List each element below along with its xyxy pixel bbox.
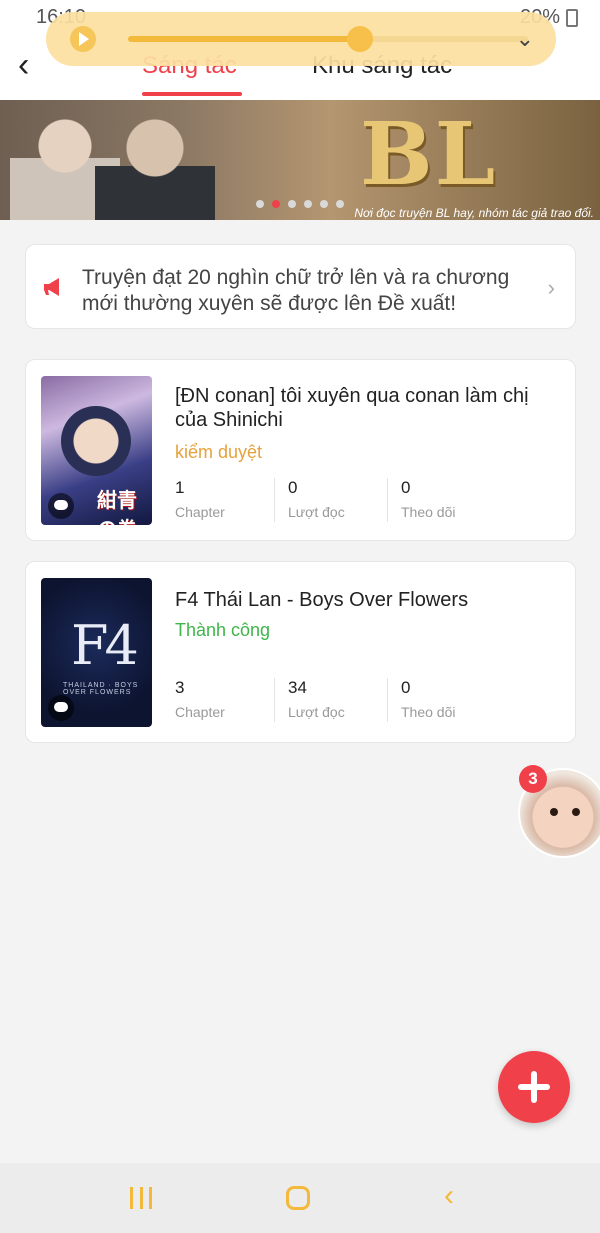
story-cover[interactable]: F4 THAILAND · BOYS OVER FLOWERS (41, 578, 152, 727)
recommendation-notice[interactable]: Truyện đạt 20 nghìn chữ trở lên và ra ch… (25, 244, 576, 329)
stat-reads: 34 Lượt đọc (274, 678, 345, 722)
back-icon[interactable]: ‹ (444, 1181, 454, 1211)
banner-caption: Nơi đọc truyện BL hay, nhóm tác giả trao… (354, 206, 594, 220)
play-icon[interactable] (70, 26, 96, 52)
notification-badge: 3 (519, 765, 547, 793)
tab-active-indicator (142, 92, 242, 96)
stat-value: 1 (175, 478, 185, 497)
stat-label: Chapter (175, 504, 225, 520)
back-arrow-icon[interactable]: ‹ (18, 48, 29, 82)
promo-banner[interactable]: BL Nơi đọc truyện BL hay, nhóm tác giả t… (0, 100, 600, 220)
avatar-eye (550, 808, 558, 816)
stat-reads: 0 Lượt đọc (274, 478, 345, 522)
avatar-eye (572, 808, 580, 816)
story-stats: 3 Chapter 34 Lượt đọc 0 Theo dõi (175, 678, 555, 722)
stat-follows: 0 Theo dõi (387, 678, 455, 722)
stat-value: 0 (401, 678, 411, 697)
cover-title: F4 (71, 614, 139, 677)
stat-label: Theo dõi (401, 504, 456, 520)
stat-label: Theo dõi (401, 704, 456, 720)
system-nav-bar: ‹ (0, 1163, 600, 1233)
chevron-right-icon[interactable]: › (548, 275, 555, 301)
story-stats: 1 Chapter 0 Lượt đọc 0 Theo dõi (175, 478, 555, 522)
banner-logo: BL (360, 104, 498, 205)
pagination-dot[interactable] (272, 200, 280, 208)
pagination-dot[interactable] (320, 200, 328, 208)
story-status: kiểm duyệt (175, 442, 263, 462)
story-status: Thành công (175, 620, 271, 640)
cover-logo: 紺青の拳 (97, 490, 137, 525)
stat-label: Chapter (175, 704, 225, 720)
stat-value: 3 (175, 678, 185, 697)
media-player-overlay[interactable]: ⌄ (46, 12, 556, 66)
chevron-down-icon[interactable]: ⌄ (516, 26, 534, 52)
pagination-dot[interactable] (288, 200, 296, 208)
banner-illustration-right (95, 112, 215, 220)
stat-label: Lượt đọc (288, 504, 345, 520)
stat-chapters: 1 Chapter (175, 478, 225, 522)
story-title[interactable]: F4 Thái Lan - Boys Over Flowers (175, 588, 555, 612)
add-story-button[interactable] (498, 1051, 570, 1123)
stat-value: 0 (401, 478, 411, 497)
stat-chapters: 3 Chapter (175, 678, 225, 722)
story-card[interactable]: F4 THAILAND · BOYS OVER FLOWERS F4 Thái … (25, 561, 576, 743)
stat-value: 34 (288, 678, 307, 697)
story-card[interactable]: 紺青の拳 [ĐN conan] tôi xuyên qua conan làm … (25, 359, 576, 541)
stat-label: Lượt đọc (288, 704, 345, 720)
stat-follows: 0 Theo dõi (387, 478, 455, 522)
banner-pagination (256, 200, 344, 208)
cover-subtitle: THAILAND · BOYS OVER FLOWERS (63, 682, 139, 696)
story-cover[interactable]: 紺青の拳 (41, 376, 152, 525)
home-icon[interactable] (286, 1186, 310, 1210)
media-progress-slider[interactable] (128, 26, 528, 52)
stat-value: 0 (288, 478, 298, 497)
comment-bubble-icon (48, 695, 74, 721)
pagination-dot[interactable] (256, 200, 264, 208)
story-title[interactable]: [ĐN conan] tôi xuyên qua conan làm chị c… (175, 384, 555, 432)
notice-text: Truyện đạt 20 nghìn chữ trở lên và ra ch… (82, 266, 510, 315)
megaphone-icon (44, 278, 59, 296)
cover-art (61, 406, 131, 476)
pagination-dot[interactable] (336, 200, 344, 208)
comment-bubble-icon (48, 493, 74, 519)
media-progress-knob[interactable] (347, 26, 373, 52)
pagination-dot[interactable] (304, 200, 312, 208)
battery-icon (566, 9, 578, 27)
recent-apps-icon[interactable] (130, 1187, 152, 1209)
media-progress-fill (128, 36, 360, 42)
